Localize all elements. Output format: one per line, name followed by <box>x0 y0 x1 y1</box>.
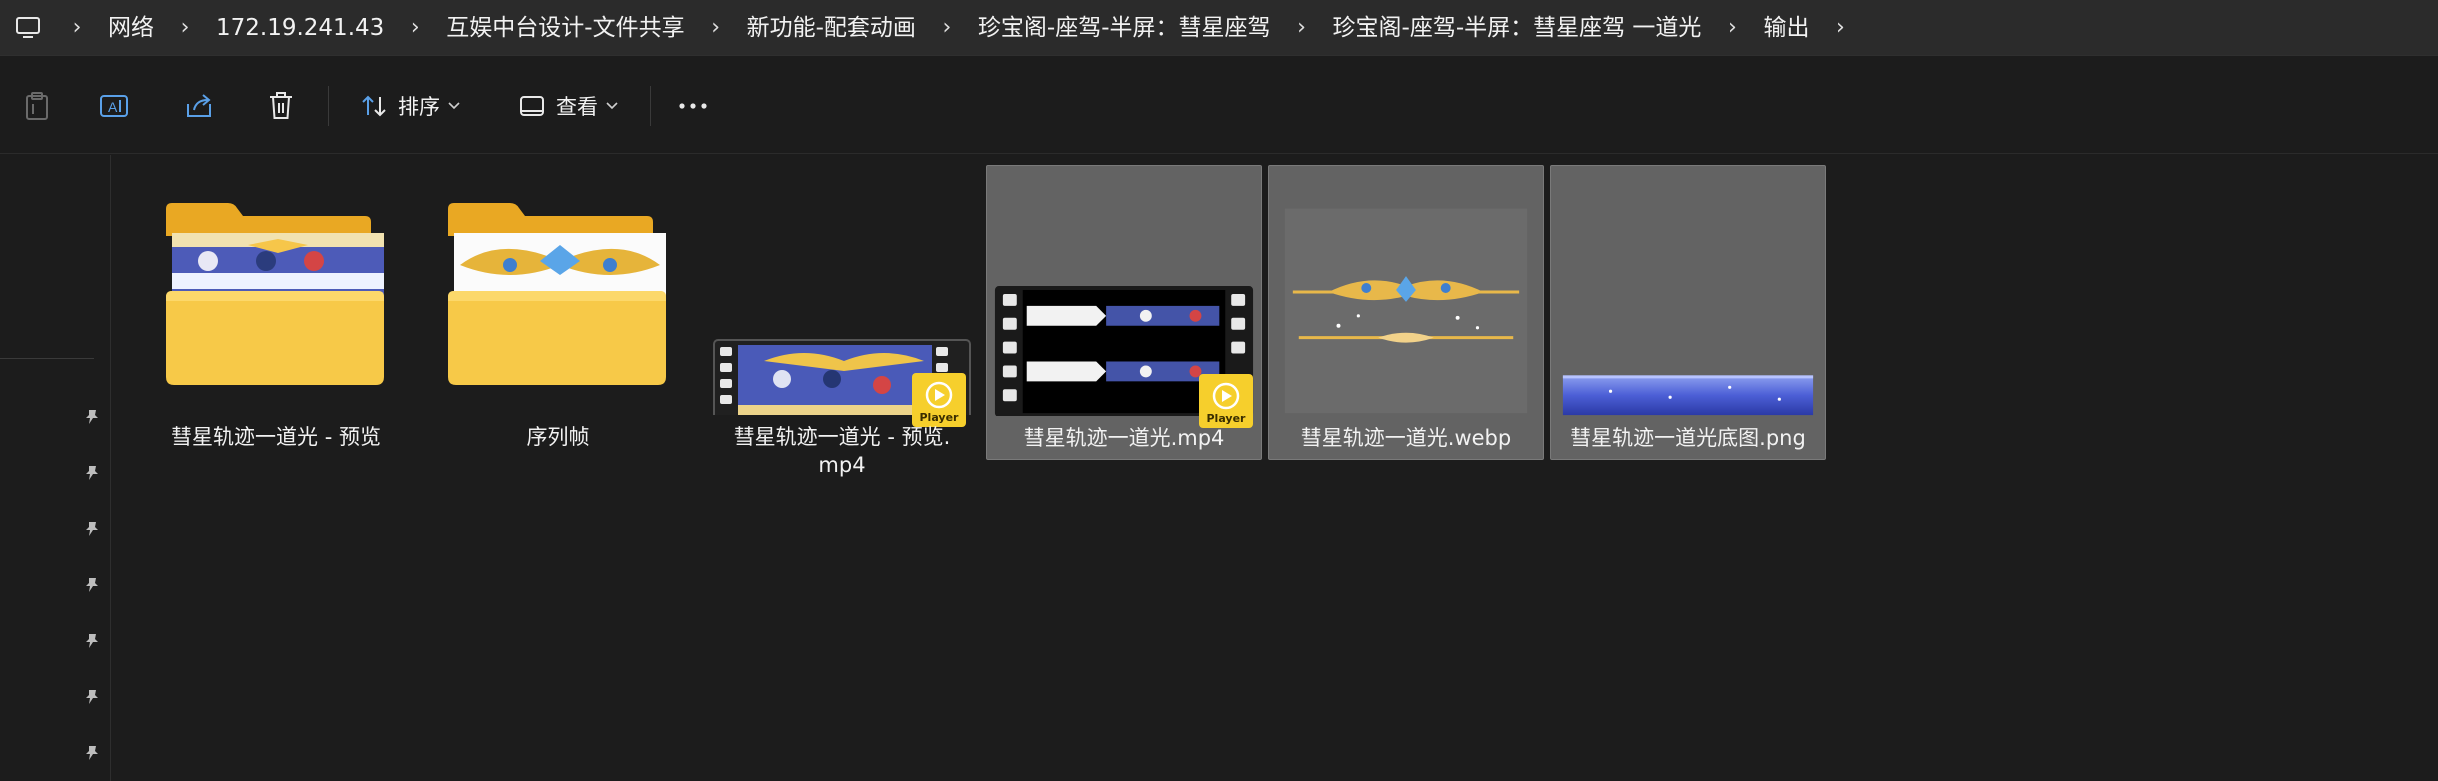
toolbar-divider <box>328 86 329 126</box>
chevron-right-icon[interactable]: › <box>394 0 436 56</box>
file-name: 彗星轨迹一道光 - 预览. mp4 <box>704 423 980 479</box>
view-label: 查看 <box>556 95 598 119</box>
image-thumbnail <box>1562 375 1814 416</box>
file-name-line1: 彗星轨迹一道光 - 预览. <box>733 425 951 449</box>
chevron-right-icon[interactable]: › <box>1281 0 1323 56</box>
chevron-right-icon[interactable]: › <box>164 0 206 56</box>
sort-icon <box>362 95 386 117</box>
paste-button[interactable] <box>10 80 64 132</box>
file-item-selected[interactable]: 彗星轨迹一道光.webp <box>1268 165 1544 460</box>
chevron-down-icon <box>606 102 618 110</box>
pin-icon[interactable] <box>80 517 104 541</box>
file-name: 彗星轨迹一道光.webp <box>1300 426 1512 450</box>
file-item[interactable]: 序列帧 <box>420 165 696 460</box>
file-name: 彗星轨迹一道光.mp4 <box>1023 426 1225 450</box>
toolbar-divider <box>650 86 651 126</box>
chevron-right-icon[interactable]: › <box>926 0 968 56</box>
address-bar: › 网络 › 172.19.241.43 › 互娱中台设计-文件共享 › 新功能… <box>0 0 2438 56</box>
rename-icon: A <box>100 95 128 117</box>
more-options-button[interactable] <box>666 80 720 132</box>
navigation-pane <box>0 155 111 781</box>
command-bar: A 排序 查看 <box>0 58 2438 154</box>
rename-button[interactable]: A <box>88 80 142 132</box>
file-item[interactable]: 彗星轨迹一道光 - 预览 <box>138 165 414 460</box>
chevron-right-icon[interactable]: › <box>695 0 737 56</box>
trash-icon <box>270 92 292 119</box>
computer-icon[interactable] <box>0 0 56 56</box>
breadcrumb-item-feature[interactable]: 新功能-配套动画 <box>737 8 926 48</box>
breadcrumb-item-share[interactable]: 互娱中台设计-文件共享 <box>436 8 694 48</box>
nav-divider <box>0 358 94 359</box>
breadcrumb-item-vehicle-light[interactable]: 珍宝阁-座驾-半屏：彗星座驾 一道光 <box>1323 8 1712 48</box>
pin-icon[interactable] <box>80 573 104 597</box>
breadcrumb-item-network[interactable]: 网络 <box>98 8 164 48</box>
view-icon <box>520 96 544 116</box>
pin-icon[interactable] <box>80 685 104 709</box>
share-button[interactable] <box>172 80 226 132</box>
file-name-line2: mp4 <box>818 453 866 477</box>
breadcrumb-item-server[interactable]: 172.19.241.43 <box>206 8 394 48</box>
pin-icon[interactable] <box>80 405 104 429</box>
folder-icon <box>448 203 666 385</box>
image-thumbnail <box>1284 208 1528 414</box>
file-name: 序列帧 <box>526 425 590 449</box>
paste-icon <box>26 92 48 120</box>
sort-label: 排序 <box>398 95 440 119</box>
delete-button[interactable] <box>254 80 308 132</box>
sort-button[interactable]: 排序 <box>350 80 470 132</box>
view-button[interactable]: 查看 <box>508 80 628 132</box>
pin-icon[interactable] <box>80 629 104 653</box>
file-name: 彗星轨迹一道光 - 预览 <box>171 425 381 449</box>
more-icon <box>679 103 707 109</box>
chevron-right-icon[interactable]: › <box>1711 0 1753 56</box>
breadcrumb-item-vehicle[interactable]: 珍宝阁-座驾-半屏：彗星座驾 <box>968 8 1281 48</box>
pin-icon[interactable] <box>80 741 104 765</box>
file-item-selected[interactable]: 彗星轨迹一道光底图.png <box>1550 165 1826 460</box>
chevron-right-icon[interactable]: › <box>1819 0 1861 56</box>
breadcrumb-item-output[interactable]: 输出 <box>1753 8 1819 48</box>
file-name: 彗星轨迹一道光底图.png <box>1570 426 1806 450</box>
svg-text:A: A <box>108 99 118 115</box>
breadcrumb: › 网络 › 172.19.241.43 › 互娱中台设计-文件共享 › 新功能… <box>0 0 2438 56</box>
share-icon <box>187 94 211 117</box>
file-item[interactable]: Player 彗星轨迹一道光 - 预览. mp4 <box>704 165 980 477</box>
chevron-down-icon <box>448 102 460 110</box>
file-item-selected[interactable]: Player 彗星轨迹一道光.mp4 <box>986 165 1262 460</box>
folder-icon <box>166 203 384 385</box>
chevron-right-icon[interactable]: › <box>56 0 98 56</box>
pin-icon[interactable] <box>80 461 104 485</box>
